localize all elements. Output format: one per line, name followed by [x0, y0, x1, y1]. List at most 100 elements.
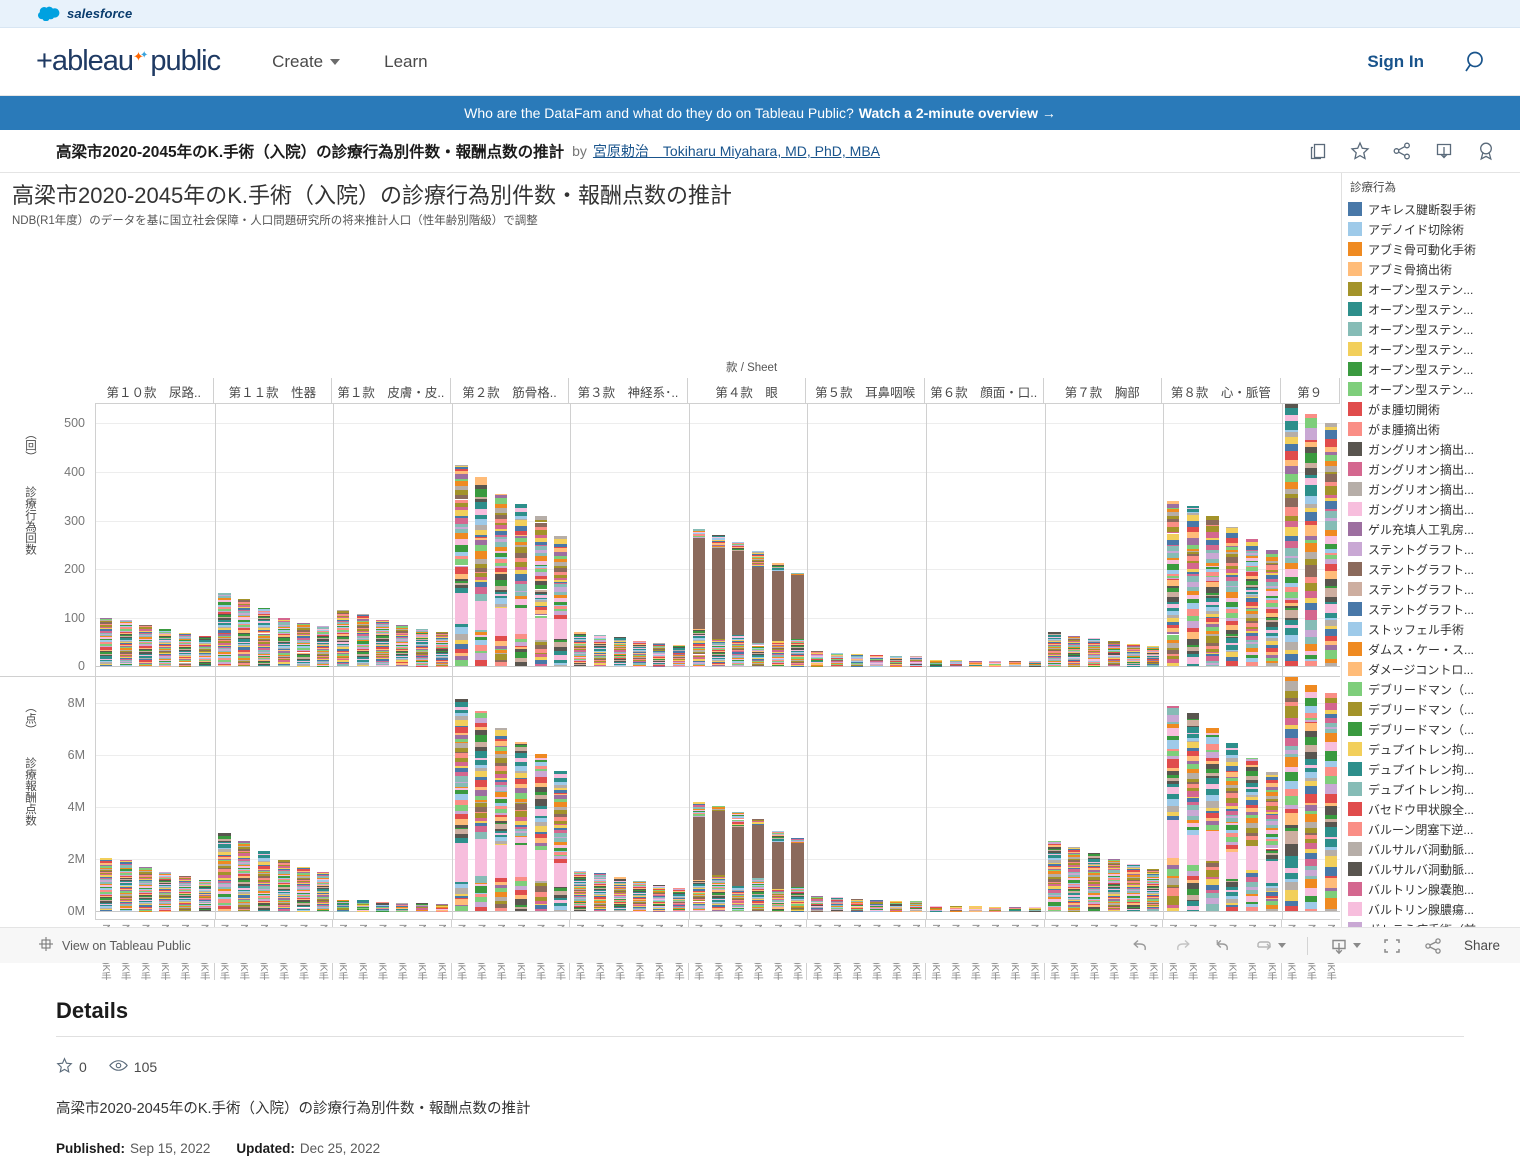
- bar-segment[interactable]: [1107, 892, 1120, 894]
- bar-segment[interactable]: [1127, 661, 1140, 663]
- bar-segment[interactable]: [554, 580, 567, 583]
- bar-segment[interactable]: [1166, 560, 1180, 565]
- bar-segment[interactable]: [376, 657, 389, 659]
- bar-segment[interactable]: [1107, 662, 1120, 663]
- bar[interactable]: [692, 801, 705, 912]
- bar-segment[interactable]: [514, 898, 527, 905]
- bar-segment[interactable]: [99, 901, 112, 904]
- bar-segment[interactable]: [1324, 640, 1338, 645]
- bar-segment[interactable]: [139, 633, 152, 635]
- bar[interactable]: [494, 727, 508, 912]
- bar-segment[interactable]: [178, 876, 192, 878]
- bar-segment[interactable]: [297, 642, 310, 644]
- bar-segment[interactable]: [317, 657, 330, 659]
- bar-segment[interactable]: [376, 624, 389, 625]
- bar-segment[interactable]: [554, 899, 567, 903]
- bar-segment[interactable]: [830, 905, 844, 907]
- bar-segment[interactable]: [692, 635, 705, 637]
- bar[interactable]: [929, 659, 942, 667]
- bar-segment[interactable]: [1107, 655, 1120, 657]
- bar-segment[interactable]: [1068, 851, 1081, 854]
- bar-segment[interactable]: [238, 840, 251, 844]
- bar-segment[interactable]: [297, 623, 310, 625]
- bar-segment[interactable]: [1226, 550, 1239, 552]
- bar-segment[interactable]: [336, 635, 350, 638]
- bar-segment[interactable]: [494, 784, 508, 788]
- bar-segment[interactable]: [99, 907, 112, 909]
- bar-segment[interactable]: [1245, 654, 1259, 658]
- bar-segment[interactable]: [494, 518, 508, 523]
- bar-segment[interactable]: [159, 632, 172, 634]
- bar[interactable]: [1048, 840, 1061, 912]
- bar-segment[interactable]: [751, 906, 765, 908]
- bar-segment[interactable]: [455, 752, 468, 754]
- bar-segment[interactable]: [613, 891, 626, 893]
- bar-segment[interactable]: [218, 624, 231, 627]
- bar-segment[interactable]: [257, 647, 271, 649]
- bar-segment[interactable]: [159, 646, 172, 648]
- bar-segment[interactable]: [435, 655, 448, 657]
- bar-segment[interactable]: [277, 867, 290, 870]
- bar-segment[interactable]: [218, 841, 231, 843]
- bar-segment[interactable]: [356, 638, 369, 640]
- bar-segment[interactable]: [99, 903, 112, 905]
- bar-segment[interactable]: [1285, 459, 1298, 466]
- bar-segment[interactable]: [119, 895, 132, 898]
- bar-segment[interactable]: [119, 871, 132, 873]
- bar-segment[interactable]: [613, 877, 626, 879]
- bar-segment[interactable]: [396, 658, 409, 659]
- bar-segment[interactable]: [1048, 864, 1061, 866]
- bar-segment[interactable]: [1226, 629, 1239, 635]
- copy-icon[interactable]: [1309, 142, 1328, 161]
- bar-segment[interactable]: [277, 904, 290, 906]
- bar-segment[interactable]: [178, 900, 192, 902]
- bar[interactable]: [178, 876, 192, 912]
- bar-segment[interactable]: [297, 882, 310, 884]
- bar-segment[interactable]: [99, 900, 112, 902]
- bar-segment[interactable]: [712, 662, 725, 663]
- bar[interactable]: [692, 529, 705, 667]
- bar-segment[interactable]: [791, 651, 804, 653]
- bar-segment[interactable]: [732, 888, 745, 890]
- bar-segment[interactable]: [732, 545, 745, 548]
- bar-segment[interactable]: [494, 798, 508, 804]
- bar-segment[interactable]: [1206, 592, 1219, 595]
- bar-segment[interactable]: [1068, 878, 1081, 881]
- bar-segment[interactable]: [554, 823, 567, 826]
- bar-segment[interactable]: [732, 640, 745, 642]
- bar-segment[interactable]: [554, 789, 567, 794]
- bar-segment[interactable]: [1068, 650, 1081, 651]
- bar-segment[interactable]: [317, 664, 330, 667]
- bar-segment[interactable]: [1265, 662, 1278, 667]
- bar-segment[interactable]: [494, 885, 508, 888]
- bar-segment[interactable]: [574, 875, 587, 877]
- bar-segment[interactable]: [376, 641, 389, 644]
- bar-segment[interactable]: [218, 613, 231, 615]
- bar-segment[interactable]: [475, 579, 488, 583]
- bar-segment[interactable]: [791, 886, 804, 888]
- bar-segment[interactable]: [1087, 638, 1101, 641]
- bar-segment[interactable]: [297, 649, 310, 651]
- bar-segment[interactable]: [455, 699, 468, 703]
- bar-segment[interactable]: [732, 907, 745, 909]
- bar-segment[interactable]: [139, 899, 152, 902]
- bar-segment[interactable]: [455, 743, 468, 748]
- bar-segment[interactable]: [99, 884, 112, 887]
- bar-segment[interactable]: [475, 735, 488, 743]
- bar-segment[interactable]: [1245, 595, 1259, 598]
- bar-segment[interactable]: [218, 622, 231, 624]
- bar-segment[interactable]: [593, 901, 607, 903]
- bar-segment[interactable]: [613, 657, 626, 659]
- bar-segment[interactable]: [435, 650, 448, 652]
- bar-segment[interactable]: [494, 735, 508, 739]
- bar-segment[interactable]: [653, 891, 666, 893]
- bar-segment[interactable]: [139, 908, 152, 910]
- bar-segment[interactable]: [534, 519, 547, 523]
- bar-segment[interactable]: [554, 605, 567, 609]
- bar-segment[interactable]: [376, 619, 389, 621]
- bar-segment[interactable]: [989, 906, 1002, 908]
- bar-segment[interactable]: [1324, 604, 1338, 614]
- bar-segment[interactable]: [1087, 655, 1101, 657]
- bar-segment[interactable]: [811, 655, 824, 656]
- bar-segment[interactable]: [534, 648, 547, 654]
